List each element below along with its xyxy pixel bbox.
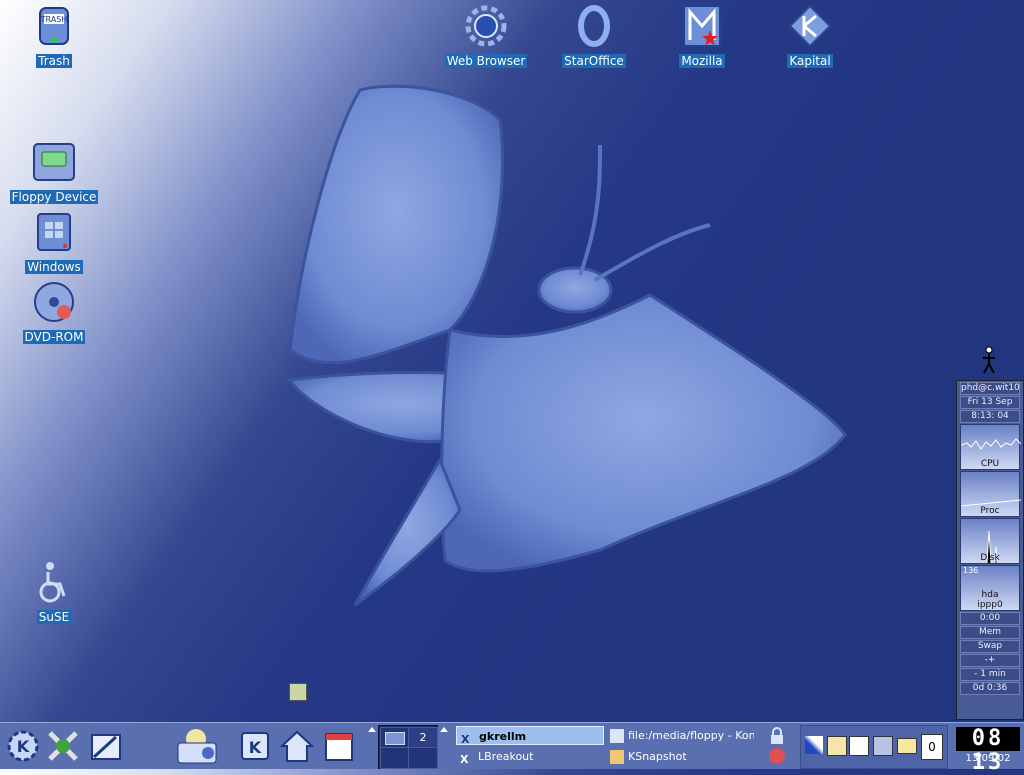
pager-desktop-4[interactable] [408,747,438,769]
gk-date: Fri 13 Sep [960,396,1020,409]
svg-text:K: K [249,738,262,757]
icon-label: Mozilla [679,54,725,68]
task-ksnapshot[interactable]: KSnapshot [606,747,754,766]
camera-launcher-icon[interactable] [172,727,220,765]
gk-disk-label: Disk [980,553,1000,563]
trash-icon: TRASH [32,4,76,48]
konqueror-launcher-icon[interactable]: K [236,727,274,765]
svg-text:K: K [17,737,30,756]
gkrellm-monitor[interactable]: phd@c.wit10 Fri 13 Sep 8:13: 04 CPU Proc… [956,380,1024,720]
small-image-icon[interactable] [289,683,307,701]
dvd-rom-desktop-icon[interactable]: DVD-ROM [8,280,100,345]
svg-text:TRASH: TRASH [40,15,68,24]
calendar-launcher-icon[interactable] [320,727,358,765]
gk-proc-label: Proc [980,506,1000,516]
gk-proc-chart[interactable]: Proc [960,471,1021,517]
gk-mem-label: Mem [960,626,1020,639]
panel-clock[interactable]: 08 13 13/09/02 [954,725,1022,775]
panel-arrow-up-icon[interactable] [368,727,376,732]
x-app-icon: X [460,753,469,766]
gk-uptime-clock: 8:13: 04 [960,410,1020,423]
gk-net-label: hda [981,590,999,600]
home-launcher-icon[interactable] [278,727,316,765]
kapital-icon [788,4,832,48]
clock-time: 08 13 [956,727,1020,775]
task-gkrellm[interactable]: Xgkrellm [456,726,604,745]
yast-launcher-icon[interactable] [44,727,82,765]
gk-disk-chart[interactable]: Disk [960,518,1020,564]
icon-label: SuSE [36,610,72,624]
gk-net-chart[interactable]: 136 hda ippp0 [960,565,1020,611]
pager-desktop-3[interactable] [380,747,410,769]
printer-tray-icon[interactable] [873,736,893,756]
pager-desktop-1[interactable] [380,727,410,749]
mozilla-icon [680,4,724,48]
icon-label: DVD-ROM [22,330,86,344]
icon-label: Windows [25,260,83,274]
gk-hostname: phd@c.wit10 [960,382,1020,395]
windows-desktop-icon[interactable]: Windows [8,210,100,275]
konqueror-icon [610,729,624,743]
gk-net-value: 136 [963,566,979,575]
task-label: file:/media/floppy - Konque [628,729,754,742]
calendar-tray-icon[interactable] [849,736,869,756]
task-label: gkrellm [479,730,527,743]
gk-timer[interactable]: - 1 min [960,668,1020,681]
gk-swap-label: Swap [960,640,1020,653]
gk-ppp-time: 0:00 [960,612,1020,625]
gk-ppp-label: ippp0 [977,600,1003,610]
kapital-desktop-icon[interactable]: Kapital [764,4,856,69]
task-lbreakout[interactable]: X LBreakout [456,747,604,766]
taskbar: Xgkrellm X LBreakout file:/media/floppy -… [456,725,756,767]
staroffice-desktop-icon[interactable]: StarOffice [548,4,640,69]
icon-label: Floppy Device [9,190,99,204]
clock-date: 13/09/02 [965,753,1011,764]
butterfly-wallpaper [287,84,847,607]
task-label: LBreakout [478,750,534,763]
staroffice-icon [572,4,616,48]
web-browser-desktop-icon[interactable]: Web Browser [440,4,532,69]
system-tray: 0 [800,725,948,769]
gear-globe-icon [464,4,508,48]
floppy-desktop-icon[interactable]: Floppy Device [8,140,100,205]
kde-panel: K K 2 Xgkrellm X LBreakout file:/media/f… [0,722,1024,775]
icon-label: Web Browser [444,54,528,68]
suse-desktop-icon[interactable]: SuSE [8,560,100,625]
gk-mail[interactable]: -+ [960,654,1020,667]
icon-label: Kapital [787,54,833,68]
pager-current-number: 2 [419,731,427,744]
icon-label: Trash [36,54,72,68]
task-konqueror[interactable]: file:/media/floppy - Konque [606,726,754,745]
floppy-icon [32,140,76,184]
pager-arrow-up-icon[interactable] [440,727,448,732]
windows-drive-icon [32,210,76,254]
lock-screen-button[interactable] [766,727,788,745]
mozilla-desktop-icon[interactable]: Mozilla [656,4,748,69]
gkrellm-figure-icon [978,346,1000,376]
trash-desktop-icon[interactable]: TRASH Trash [8,4,100,69]
hourglass-icon [610,750,624,764]
wheelchair-icon [32,560,76,604]
icon-label: StarOffice [562,54,626,68]
mail-tray-icon[interactable] [897,738,917,754]
desktop-pager[interactable]: 2 [378,725,438,769]
gk-cpu-chart[interactable]: CPU [960,424,1021,470]
office-launcher-icon[interactable] [86,727,124,765]
k-menu-button[interactable]: K [4,727,42,765]
clipboard-tray-icon[interactable] [827,736,847,756]
pager-desktop-2[interactable]: 2 [408,727,438,749]
tray-counter[interactable]: 0 [921,734,943,760]
dvd-icon [32,280,76,324]
task-label: KSnapshot [628,750,687,763]
gk-cpu-label: CPU [980,459,1000,469]
gk-uptime-total: 0d 0:36 [960,682,1020,695]
x-app-icon: X [461,733,470,745]
pen-tray-icon[interactable] [805,736,823,754]
logout-button[interactable] [766,747,788,765]
